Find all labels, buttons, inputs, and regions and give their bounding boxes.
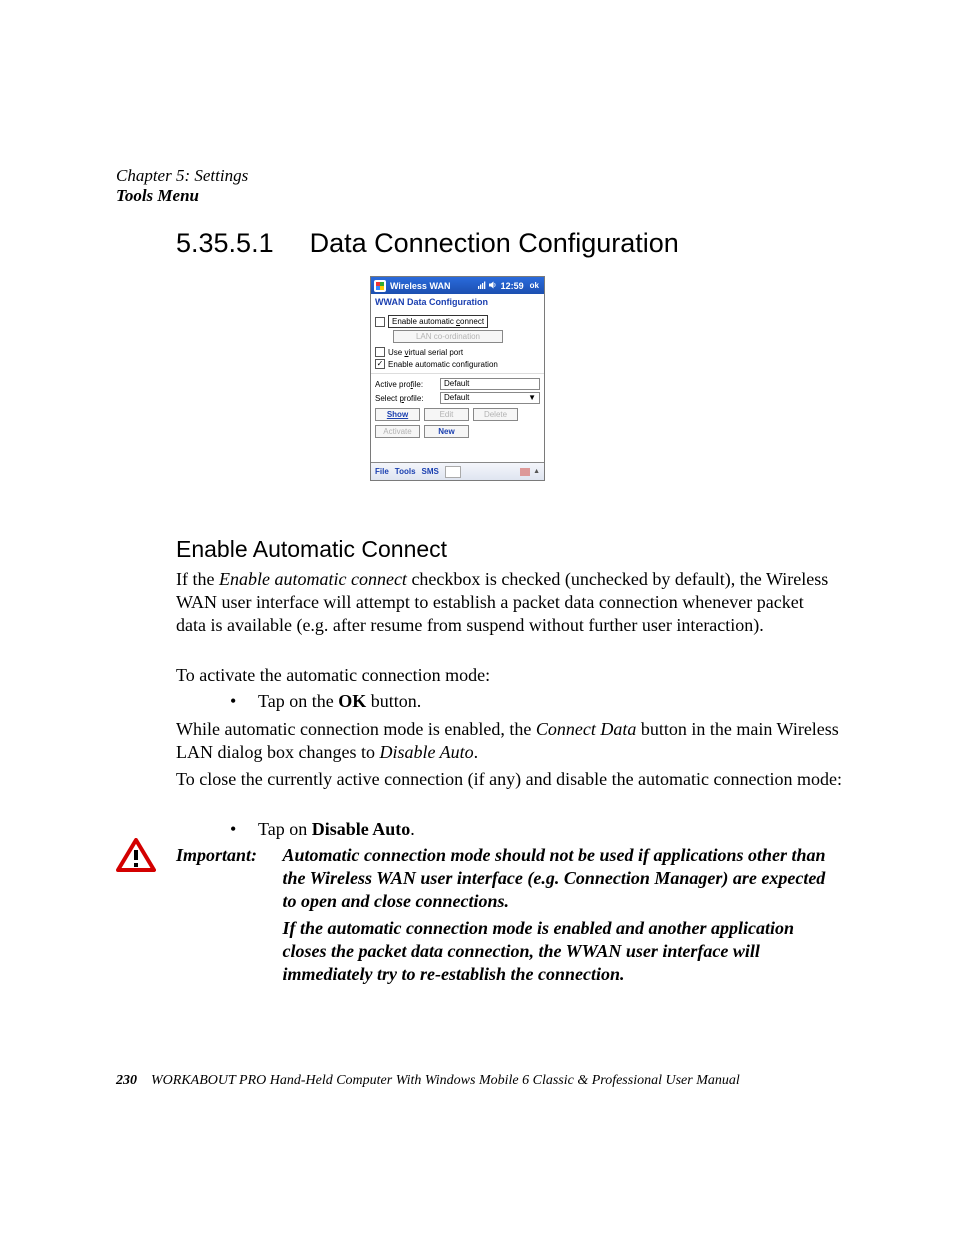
status-icons — [478, 281, 497, 291]
list-item: Tap on the OK button. — [258, 690, 836, 713]
menu-tools[interactable]: Tools — [395, 467, 416, 476]
active-profile-row: Active profile: Default — [375, 378, 540, 390]
list-item: Tap on Disable Auto. — [258, 818, 836, 841]
menu-file[interactable]: File — [375, 467, 389, 476]
enable-auto-connect-label: Enable automatic connect — [388, 315, 488, 328]
section-text: Data Connection Configuration — [310, 228, 679, 258]
panel-body: Enable automatic connect LAN co-ordinati… — [371, 315, 544, 462]
sip-icon[interactable] — [520, 468, 530, 476]
page-number: 230 — [116, 1073, 137, 1088]
select-profile-dropdown[interactable]: Default▼ — [440, 392, 540, 404]
window-title: Wireless WAN — [390, 281, 450, 291]
profile-buttons-row-1: Show Edit Delete — [375, 408, 540, 421]
signal-icon — [478, 281, 486, 291]
lan-coord-row: LAN co-ordination — [393, 330, 540, 343]
paragraph-1: If the Enable automatic connect checkbox… — [176, 568, 836, 637]
device-frame: Wireless WAN 12:59 ok WWAN Data Configur… — [370, 276, 545, 481]
menu-sms[interactable]: SMS — [422, 467, 439, 476]
important-body: Automatic connection mode should not be … — [283, 844, 839, 990]
auto-config-row: ✓ Enable automatic configuration — [375, 359, 540, 369]
chevron-down-icon: ▼ — [528, 394, 536, 402]
device-screenshot: Wireless WAN 12:59 ok WWAN Data Configur… — [370, 276, 545, 511]
warning-icon — [116, 838, 156, 874]
chapter-line: Chapter 5: Settings — [116, 166, 248, 186]
bullet-1: Tap on the OK button. — [176, 690, 836, 713]
running-header: Chapter 5: Settings Tools Menu — [116, 166, 248, 206]
section-title: 5.35.5.1 Data Connection Configuration — [176, 228, 679, 259]
paragraph-4: To close the currently active connection… — [176, 768, 846, 791]
auto-config-checkbox[interactable]: ✓ — [375, 359, 385, 369]
select-profile-row: Select profile: Default▼ — [375, 392, 540, 404]
bullet-2: Tap on Disable Auto. — [176, 818, 836, 841]
section-line: Tools Menu — [116, 186, 248, 206]
virtual-serial-checkbox[interactable] — [375, 347, 385, 357]
active-profile-field: Default — [440, 378, 540, 390]
footer-text: WORKABOUT PRO Hand-Held Computer With Wi… — [151, 1073, 740, 1088]
panel-subheader: WWAN Data Configuration — [371, 294, 544, 313]
show-button[interactable]: Show — [375, 408, 420, 421]
important-label: Important: — [176, 844, 278, 867]
clock: 12:59 — [501, 281, 524, 291]
subheading: Enable Automatic Connect — [176, 536, 447, 563]
sip-arrow-icon[interactable]: ▲ — [533, 468, 540, 475]
ok-button[interactable]: ok — [528, 281, 541, 290]
start-icon[interactable] — [374, 280, 386, 292]
virtual-serial-label: Use virtual serial port — [388, 348, 463, 357]
enable-auto-connect-row: Enable automatic connect — [375, 315, 540, 328]
new-button[interactable]: New — [424, 425, 469, 438]
activate-button: Activate — [375, 425, 420, 438]
delete-button: Delete — [473, 408, 518, 421]
keyboard-icon[interactable] — [445, 466, 461, 478]
footer: 230 WORKABOUT PRO Hand-Held Computer Wit… — [116, 1073, 856, 1089]
auto-config-label: Enable automatic configuration — [388, 360, 498, 369]
enable-auto-connect-checkbox[interactable] — [375, 317, 385, 327]
important-note: Important: Automatic connection mode sho… — [176, 844, 844, 990]
select-profile-label: Select profile: — [375, 394, 437, 403]
virtual-serial-row: Use virtual serial port — [375, 347, 540, 357]
page: Chapter 5: Settings Tools Menu 5.35.5.1 D… — [0, 0, 954, 1235]
paragraph-3: While automatic connection mode is enabl… — [176, 718, 846, 764]
device-menubar: File Tools SMS ▲ — [371, 462, 544, 480]
paragraph-2: To activate the automatic connection mod… — [176, 664, 836, 687]
section-number: 5.35.5.1 — [176, 228, 274, 259]
lan-coord-button: LAN co-ordination — [393, 330, 503, 343]
device-titlebar: Wireless WAN 12:59 ok — [371, 277, 544, 294]
edit-button: Edit — [424, 408, 469, 421]
active-profile-label: Active profile: — [375, 380, 437, 389]
speaker-icon — [489, 281, 497, 291]
profile-buttons-row-2: Activate New — [375, 425, 540, 438]
